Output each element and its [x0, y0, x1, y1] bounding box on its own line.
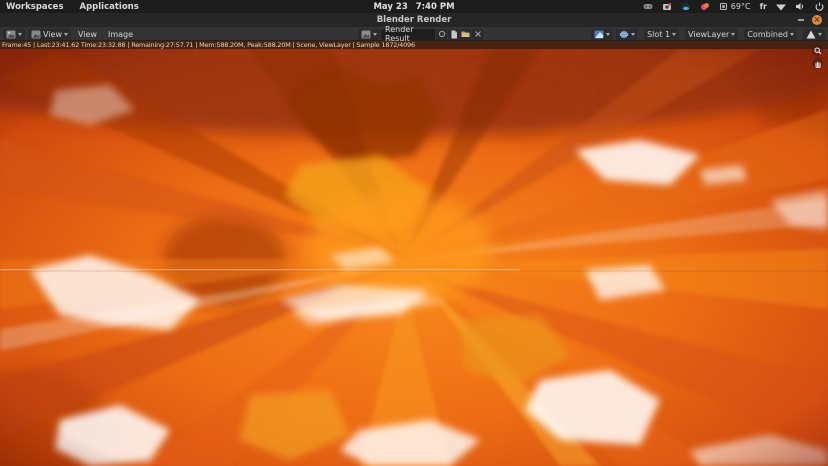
volume-icon[interactable]	[795, 2, 805, 12]
chevron-down-icon	[606, 33, 610, 36]
view-mode-icon	[31, 30, 41, 39]
pass-label: Combined	[747, 29, 788, 40]
hand-icon	[814, 60, 822, 68]
power-icon[interactable]	[814, 2, 824, 12]
workspaces-menu[interactable]: Workspaces	[6, 2, 64, 12]
chevron-down-icon	[790, 33, 794, 36]
channels-icon	[806, 30, 816, 39]
cpu-chip-icon	[719, 2, 728, 11]
image-editor-icon	[6, 30, 16, 39]
image-menu[interactable]: Image	[104, 29, 137, 40]
viewlayer-label: ViewLayer	[688, 29, 729, 40]
browse-image-dropdown[interactable]	[358, 29, 380, 40]
clock-time: 7:40 PM	[416, 2, 455, 12]
zoom-gizmo-button[interactable]	[812, 45, 823, 56]
gizmo-icon	[594, 30, 604, 39]
viewport-gizmos	[812, 45, 823, 69]
header-center-group: Render Result	[358, 27, 483, 41]
chevron-down-icon	[64, 33, 68, 36]
folder-icon	[461, 30, 470, 38]
clock[interactable]: May 23 7:40 PM	[373, 2, 454, 12]
slot-select[interactable]: Slot 1	[644, 29, 679, 40]
minimize-button[interactable]	[798, 19, 804, 21]
overlay-dropdown[interactable]	[616, 29, 638, 40]
unlink-image-button[interactable]	[472, 29, 483, 40]
render-artwork	[0, 49, 828, 466]
viewlayer-select[interactable]: ViewLayer	[685, 29, 738, 40]
gizmo-dropdown[interactable]	[591, 29, 613, 40]
window-controls	[798, 13, 822, 27]
new-image-icon	[450, 30, 458, 39]
tray-app-icon-2[interactable]	[662, 2, 672, 12]
display-channels-dropdown[interactable]	[803, 29, 825, 40]
cpu-temp-value: 69°C	[731, 2, 751, 11]
open-image-button[interactable]	[460, 29, 471, 40]
chevron-down-icon	[631, 33, 635, 36]
render-pass-select[interactable]: Combined	[744, 29, 797, 40]
clock-date: May 23	[373, 2, 407, 12]
tray-app-icon-4[interactable]	[700, 2, 710, 12]
tray-app-icon-1[interactable]	[643, 2, 653, 12]
view-menu[interactable]: View	[74, 29, 101, 40]
slot-label: Slot 1	[647, 29, 670, 40]
image-icon	[361, 30, 371, 39]
chevron-down-icon	[818, 33, 822, 36]
sphere-icon	[619, 30, 629, 39]
mode-label: View	[43, 29, 62, 40]
tray-app-icon-3[interactable]	[681, 2, 691, 12]
pan-gizmo-button[interactable]	[812, 58, 823, 69]
chevron-down-icon	[731, 33, 735, 36]
header-left-group: View View Image	[3, 27, 137, 41]
pin-button[interactable]	[436, 29, 447, 40]
unlink-x-icon	[474, 30, 482, 38]
cpu-temperature[interactable]: 69°C	[719, 2, 751, 11]
chevron-down-icon	[672, 33, 676, 36]
applications-menu[interactable]: Applications	[80, 2, 139, 12]
wifi-icon[interactable]	[776, 2, 786, 12]
editor-type-button[interactable]	[3, 29, 25, 40]
close-button[interactable]	[812, 15, 822, 25]
header-right-group: Slot 1 ViewLayer Combined	[591, 27, 825, 41]
mode-dropdown[interactable]: View	[28, 29, 71, 40]
chevron-down-icon	[373, 33, 377, 36]
system-bar: Workspaces Applications May 23 7:40 PM 6…	[0, 0, 828, 13]
image-name-field[interactable]: Render Result	[381, 29, 435, 40]
keyboard-layout-indicator[interactable]: fr	[760, 2, 767, 11]
magnifier-icon	[814, 47, 822, 55]
image-editor-header: View View Image Render Result	[0, 27, 828, 41]
window-title: Blender Render	[377, 15, 452, 25]
render-status-text: Frame:45 | Last:23:41.62 Time:23:32.88 |…	[2, 41, 415, 49]
render-image	[0, 49, 828, 466]
new-image-button[interactable]	[448, 29, 459, 40]
system-tray: 69°C fr	[643, 0, 824, 13]
screen: Workspaces Applications May 23 7:40 PM 6…	[0, 0, 828, 466]
pin-icon	[438, 30, 446, 38]
chevron-down-icon	[18, 33, 22, 36]
